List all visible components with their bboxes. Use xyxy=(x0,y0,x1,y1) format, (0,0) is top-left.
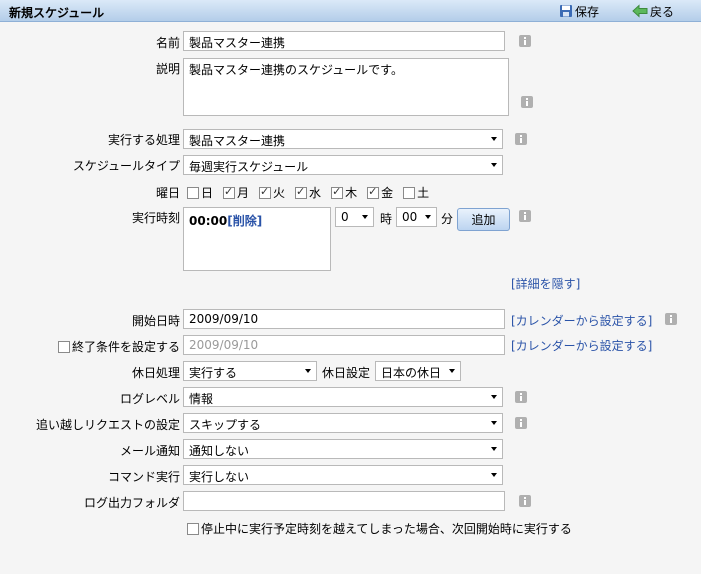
hour-select[interactable]: 0 xyxy=(335,207,374,227)
exec-time-list: 00:00[削除] xyxy=(183,207,331,271)
command-label: コマンド実行 xyxy=(107,470,180,484)
add-time-button[interactable]: 追加 xyxy=(457,208,510,231)
description-info-icon[interactable] xyxy=(521,96,533,108)
chevron-down-icon xyxy=(425,215,431,219)
end-condition-input[interactable]: 2009/09/10 xyxy=(183,335,505,355)
hour-select-value: 0 xyxy=(341,210,349,224)
chevron-down-icon xyxy=(491,137,497,141)
exec-time-label: 実行時刻 xyxy=(131,211,180,225)
checkbox[interactable] xyxy=(259,185,272,199)
weekday-checkboxes: 日 月 火 水 木 金 土 xyxy=(187,184,439,201)
start-datetime-input[interactable]: 2009/09/10 xyxy=(183,309,505,329)
exec-time-delete-link[interactable]: [削除] xyxy=(227,214,262,228)
holiday-setting-select[interactable]: 日本の休日 xyxy=(375,361,461,381)
process-label: 実行する処理 xyxy=(107,133,180,147)
checkbox[interactable] xyxy=(403,187,416,199)
holiday-handling-select[interactable]: 実行する xyxy=(183,361,317,381)
back-button[interactable]: 戻る xyxy=(632,1,674,21)
log-level-select[interactable]: 情報 xyxy=(183,387,503,407)
log-folder-info-icon[interactable] xyxy=(519,495,531,507)
start-datetime-label: 開始日時 xyxy=(131,314,180,328)
log-level-select-value: 情報 xyxy=(189,392,214,406)
process-select-value: 製品マスター連携 xyxy=(189,134,286,148)
overtaking-select-value: スキップする xyxy=(189,418,262,432)
schedule-type-select-value: 毎週実行スケジュール xyxy=(189,160,309,174)
save-label: 保存 xyxy=(575,4,600,19)
weekdays-label: 曜日 xyxy=(155,186,180,200)
day-monday[interactable]: 月 xyxy=(223,184,249,201)
end-condition-label[interactable]: 終了条件を設定する xyxy=(57,338,180,355)
name-input[interactable]: 製品マスター連携 xyxy=(183,31,505,51)
log-level-info-icon[interactable] xyxy=(515,391,527,403)
minute-unit: 分 xyxy=(441,212,454,226)
overtaking-select[interactable]: スキップする xyxy=(183,413,503,433)
page-title: 新規スケジュール xyxy=(9,6,105,20)
end-calendar-link[interactable]: [カレンダーから設定する] xyxy=(511,337,652,354)
chevron-down-icon xyxy=(491,395,497,399)
mail-select-value: 通知しない xyxy=(189,444,250,458)
checkbox[interactable] xyxy=(331,185,344,199)
command-select[interactable]: 実行しない xyxy=(183,465,503,485)
chevron-down-icon xyxy=(491,421,497,425)
chevron-down-icon xyxy=(491,473,497,477)
day-wednesday[interactable]: 水 xyxy=(295,184,321,201)
command-select-value: 実行しない xyxy=(189,470,250,484)
log-folder-label: ログ出力フォルダ xyxy=(83,496,180,510)
resume-option-checkbox[interactable] xyxy=(187,523,199,535)
back-label: 戻る xyxy=(650,4,675,19)
save-button[interactable]: 保存 xyxy=(559,1,599,21)
end-condition-checkbox[interactable] xyxy=(57,341,70,353)
day-saturday[interactable]: 土 xyxy=(403,184,429,201)
exec-time-entry: 00:00 xyxy=(189,214,228,228)
exec-time-info-icon[interactable] xyxy=(519,210,531,222)
back-arrow-icon xyxy=(632,4,648,18)
chevron-down-icon xyxy=(491,447,497,451)
save-icon xyxy=(560,5,572,17)
day-sunday[interactable]: 日 xyxy=(187,184,213,201)
checkbox[interactable] xyxy=(187,187,199,199)
hour-unit: 時 xyxy=(380,212,393,226)
holiday-handling-select-value: 実行する xyxy=(189,366,238,380)
chevron-down-icon xyxy=(449,369,455,373)
overtaking-info-icon[interactable] xyxy=(515,417,527,429)
checkbox[interactable] xyxy=(223,185,236,199)
day-tuesday[interactable]: 火 xyxy=(259,184,285,201)
name-label: 名前 xyxy=(155,36,180,50)
schedule-type-label: スケジュールタイプ xyxy=(72,159,180,173)
process-select[interactable]: 製品マスター連携 xyxy=(183,129,503,149)
chevron-down-icon xyxy=(305,369,311,373)
holiday-setting-label: 休日設定 xyxy=(322,366,371,380)
description-textarea[interactable]: 製品マスター連携のスケジュールです。 xyxy=(183,58,509,116)
hide-details-link[interactable]: [詳細を隠す] xyxy=(511,275,580,292)
start-calendar-link[interactable]: [カレンダーから設定する] xyxy=(511,312,652,329)
checkbox[interactable] xyxy=(367,185,380,199)
schedule-type-select[interactable]: 毎週実行スケジュール xyxy=(183,155,503,175)
chevron-down-icon xyxy=(362,215,368,219)
mail-select[interactable]: 通知しない xyxy=(183,439,503,459)
start-datetime-info-icon[interactable] xyxy=(665,313,677,325)
day-thursday[interactable]: 木 xyxy=(331,184,357,201)
name-info-icon[interactable] xyxy=(519,35,531,47)
description-label: 説明 xyxy=(155,62,180,76)
holiday-handling-label: 休日処理 xyxy=(131,366,180,380)
title-bar: 新規スケジュール 保存 戻る xyxy=(0,0,701,22)
log-folder-input[interactable] xyxy=(183,491,505,511)
chevron-down-icon xyxy=(491,163,497,167)
day-friday[interactable]: 金 xyxy=(367,184,393,201)
holiday-setting-select-value: 日本の休日 xyxy=(381,366,442,380)
overtaking-label: 追い越しリクエストの設定 xyxy=(35,418,180,432)
process-info-icon[interactable] xyxy=(515,133,527,145)
log-level-label: ログレベル xyxy=(119,392,180,406)
resume-option[interactable]: 停止中に実行予定時刻を越えてしまった場合、次回開始時に実行する xyxy=(187,520,572,537)
mail-label: メール通知 xyxy=(119,444,180,458)
minute-select[interactable]: 00 xyxy=(396,207,437,227)
checkbox[interactable] xyxy=(295,185,308,199)
minute-select-value: 00 xyxy=(402,210,418,224)
